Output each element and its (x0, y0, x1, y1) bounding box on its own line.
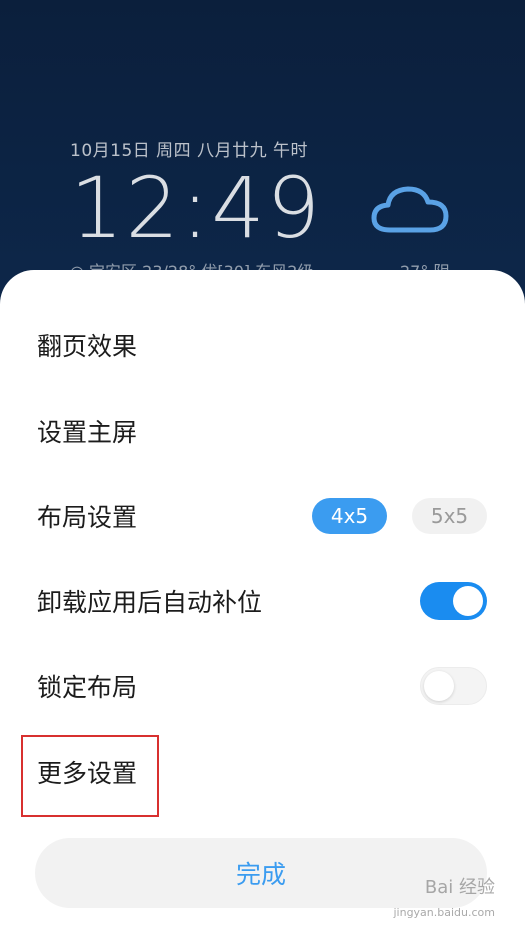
toggle-knob (453, 586, 483, 616)
layout-option-5x5[interactable]: 5x5 (412, 498, 487, 534)
auto-fill-toggle[interactable] (420, 582, 487, 620)
menu-item-label: 翻页效果 (37, 332, 138, 361)
menu-item-set-home-screen[interactable]: 设置主屏 (0, 388, 525, 474)
done-button-label: 完成 (235, 860, 286, 889)
menu-item-label: 卸载应用后自动补位 (37, 588, 263, 617)
menu-item-label: 布局设置 (37, 503, 138, 532)
clock-time: 12:49 (70, 159, 323, 257)
toggle-knob (424, 671, 454, 701)
highlight-box (21, 735, 159, 817)
menu-item-label: 设置主屏 (37, 418, 138, 447)
menu-item-layout-settings: 布局设置 4x5 5x5 (0, 473, 525, 559)
watermark-text: Bai 经验 (424, 877, 495, 898)
menu-item-page-effect[interactable]: 翻页效果 (0, 302, 525, 388)
cloud-icon (371, 186, 449, 233)
date-text: 10月15日 周四 八月廿九 午时 (70, 141, 308, 161)
done-button[interactable]: 完成 (35, 838, 487, 908)
menu-item-auto-fill: 卸载应用后自动补位 (0, 558, 525, 644)
menu-item-lock-layout: 锁定布局 (0, 643, 525, 729)
watermark-url: jingyan.baidu.com (393, 906, 495, 919)
menu-item-label: 锁定布局 (37, 673, 138, 702)
lock-layout-toggle[interactable] (420, 667, 487, 705)
layout-option-4x5[interactable]: 4x5 (312, 498, 387, 534)
